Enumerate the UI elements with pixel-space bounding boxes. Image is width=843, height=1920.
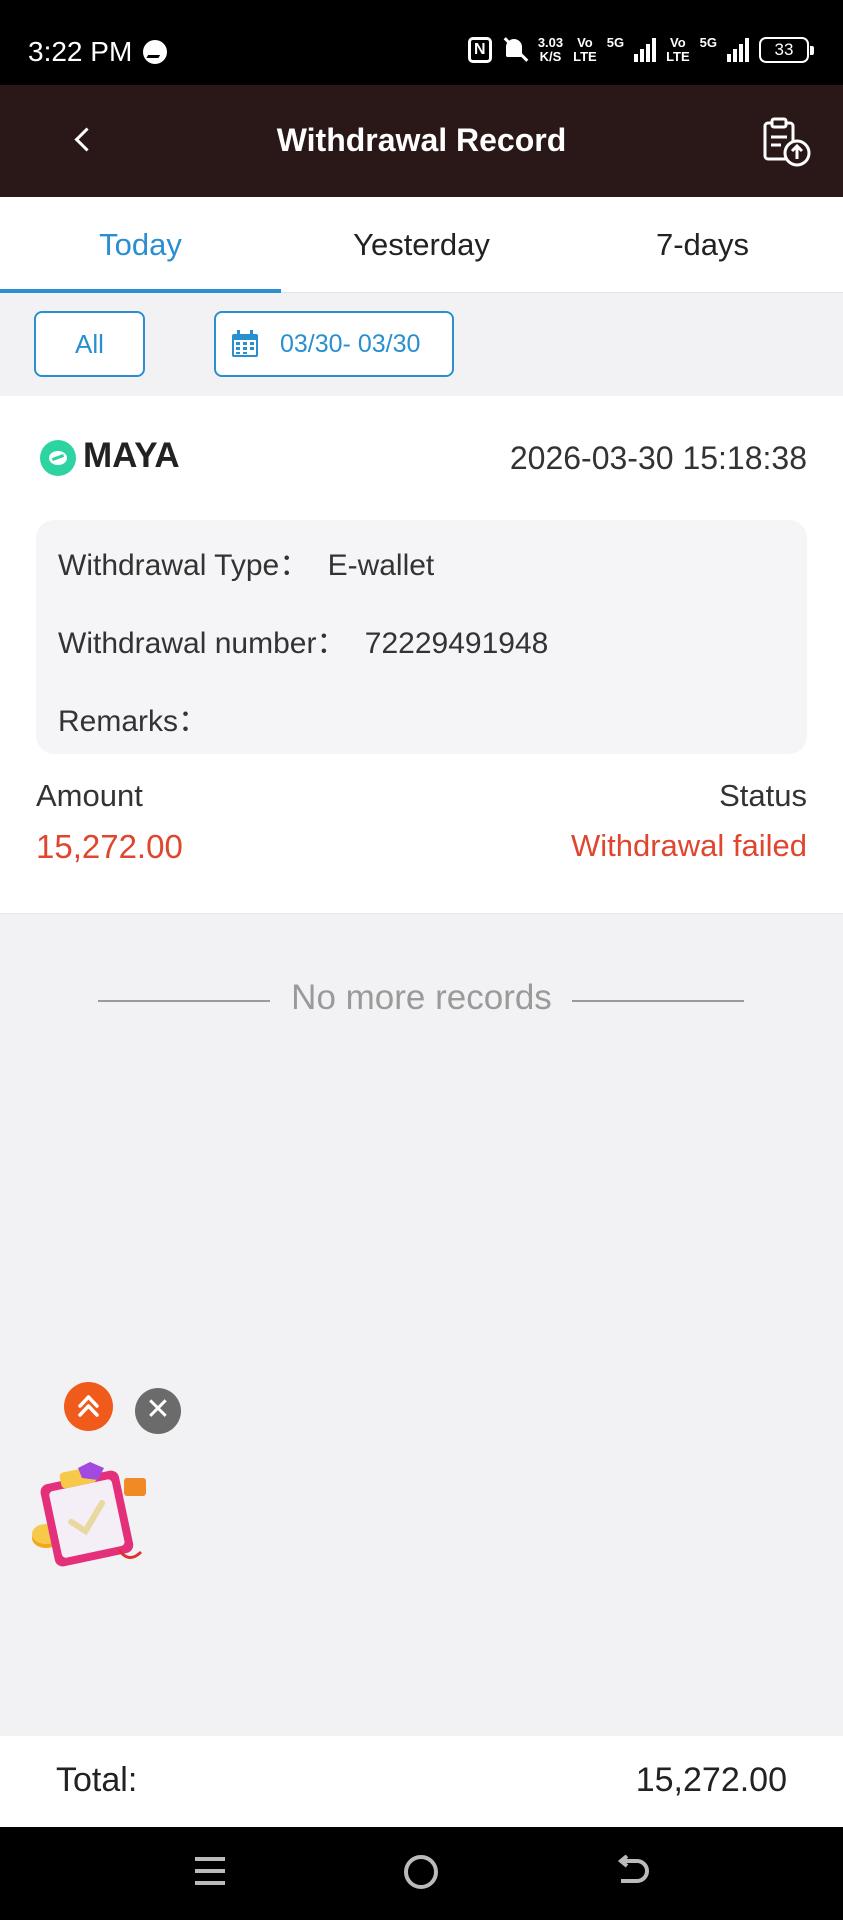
status-label: Status — [719, 778, 807, 813]
filter-row: All 03/30- 03/30 — [0, 293, 843, 396]
maya-logo-icon — [40, 440, 76, 476]
tab-today[interactable]: Today — [0, 197, 281, 293]
recent-apps-button[interactable] — [195, 1857, 227, 1889]
withdrawal-type-value: E-wallet — [327, 549, 435, 582]
sim1-network: 5G — [606, 35, 625, 50]
system-back-button[interactable] — [613, 1854, 653, 1891]
speed-unit: K/S — [539, 49, 562, 64]
amount-label: Amount — [36, 778, 143, 813]
record-datetime: 2026-03-30 15:18:38 — [509, 440, 807, 476]
tab-7-days[interactable]: 7-days — [562, 197, 843, 292]
provider-name: MAYA — [83, 436, 180, 475]
nfc-icon: N — [467, 37, 492, 63]
sim2-lte: LTE — [666, 49, 690, 64]
sim1-vo: Vo — [577, 35, 593, 50]
menu-icon — [195, 1881, 225, 1885]
date-range-button[interactable]: 03/30- 03/30 — [214, 311, 454, 377]
signal-icon — [634, 38, 657, 62]
date-range-label: 03/30- 03/30 — [280, 330, 421, 358]
total-value: 15,272.00 — [635, 1761, 787, 1799]
close-icon: ✕ — [145, 1393, 171, 1426]
sim2-volte: Vo LTE — [666, 36, 690, 64]
close-widget-button[interactable]: ✕ — [135, 1388, 181, 1434]
clipboard-upload-icon — [763, 117, 811, 167]
withdrawal-number-value: 72229491948 — [364, 627, 549, 660]
withdrawal-type-label: Withdrawal Type： — [58, 549, 310, 582]
remarks-label: Remarks： — [58, 705, 209, 738]
all-filter-button[interactable]: All — [34, 311, 145, 377]
no-more-records-text: No more records — [291, 978, 552, 1017]
withdrawal-record-card[interactable]: MAYA 2026-03-30 15:18:38 Withdrawal Type… — [0, 396, 843, 914]
withdrawal-number-row: Withdrawal number： 72229491948 — [58, 618, 548, 662]
page-title: Withdrawal Record — [276, 122, 567, 158]
calendar-icon — [232, 330, 258, 357]
record-details: Withdrawal Type： E-wallet Withdrawal num… — [36, 520, 807, 754]
total-label: Total: — [56, 1761, 138, 1799]
gift-promo-widget[interactable] — [24, 1458, 154, 1570]
sim1-lte: LTE — [573, 49, 597, 64]
status-bar: 3:22 PM N 3.03 K/S Vo LTE 5G Vo LTE 5G 3… — [0, 0, 843, 85]
date-tabs: Today Yesterday 7-days — [0, 197, 843, 293]
status-time: 3:22 PM — [28, 36, 133, 67]
collapse-widget-button[interactable] — [64, 1382, 113, 1431]
gift-clipboard-icon — [32, 1462, 146, 1567]
menu-icon — [195, 1869, 225, 1873]
remarks-row: Remarks： — [58, 696, 208, 740]
sim1-volte: Vo LTE — [573, 36, 597, 64]
speed-value: 3.03 — [537, 35, 564, 50]
home-button[interactable] — [404, 1855, 438, 1889]
withdrawal-type-row: Withdrawal Type： E-wallet — [58, 540, 434, 584]
system-nav-bar — [0, 1827, 843, 1920]
sim2-network: 5G — [699, 35, 717, 50]
network-speed: 3.03 K/S — [538, 36, 563, 64]
double-chevron-up-icon — [78, 1395, 99, 1417]
battery-icon: 33 — [759, 37, 814, 63]
status-icons: N 3.03 K/S Vo LTE 5G Vo LTE 5G 33 — [467, 35, 814, 64]
withdrawal-number-label: Withdrawal number： — [58, 627, 347, 660]
app-header: Withdrawal Record — [0, 85, 843, 197]
messenger-icon — [143, 40, 167, 64]
mute-bell-icon — [502, 37, 528, 63]
total-bar: Total: 15,272.00 — [0, 1736, 843, 1827]
upload-record-button[interactable] — [757, 113, 813, 169]
tab-yesterday[interactable]: Yesterday — [281, 197, 562, 292]
amount-value: 15,272.00 — [36, 828, 183, 865]
sim2-vo: Vo — [670, 35, 686, 50]
list-end-indicator: No more records — [0, 978, 843, 1022]
status-value: Withdrawal failed — [570, 828, 807, 863]
menu-icon — [195, 1857, 225, 1861]
signal-icon — [727, 38, 749, 62]
back-arrow-icon — [617, 1854, 649, 1883]
divider — [572, 1000, 744, 1002]
